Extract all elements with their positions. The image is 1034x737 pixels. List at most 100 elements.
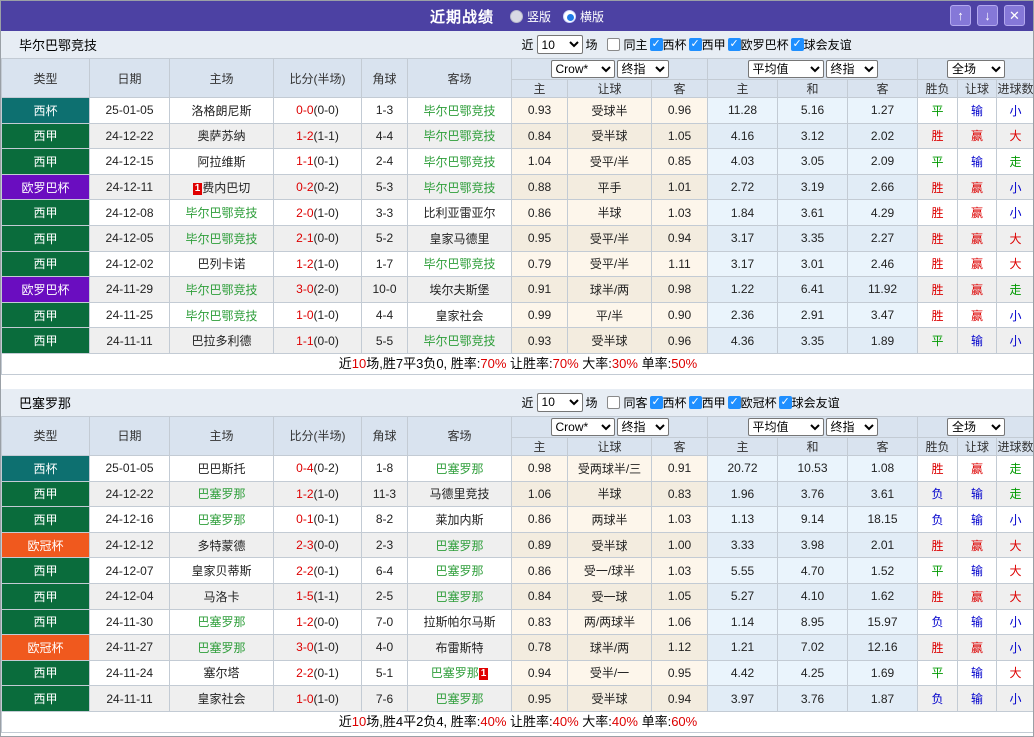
- away-team-name: 巴塞罗那: [435, 692, 484, 707]
- avg-odds-away: 1.69: [847, 659, 919, 687]
- home-team-name: 巴巴斯托: [197, 461, 246, 476]
- away-team: 巴塞罗那: [407, 685, 512, 712]
- avg-odds-away: 3.61: [847, 480, 919, 508]
- summary-segment: 70%: [480, 355, 507, 371]
- matches-table: 类型 日期 主场 比分(半场) 角球 客场 Crow* 终指 平均值 终指 全场主让球客主和客胜负让…: [1, 58, 1033, 354]
- match-row: 西甲 24-11-24 塞尔塔 2-2(0-1) 5-1 巴塞罗那 1 0.94 受半/一 0.9…: [1, 659, 1033, 687]
- column-header: 主场: [169, 58, 274, 98]
- league-checkbox[interactable]: ✓: [727, 38, 741, 51]
- avg-final-select[interactable]: 终指: [825, 60, 878, 78]
- odds-home: 0.91: [511, 276, 568, 303]
- team-table-block: 巴塞罗那近 10 场同客 ✓ 西杯 ✓ 西甲 ✓ 欧冠杯 ✓ 球会友谊 类型 日期 主场 比分(半场) 角球客…: [1, 388, 1033, 733]
- odds-home: 0.78: [511, 634, 568, 661]
- league-checkbox[interactable]: ✓: [727, 395, 741, 409]
- avg-source-select[interactable]: 平均值: [747, 417, 824, 436]
- league-checkbox[interactable]: ✓: [790, 38, 804, 51]
- corner-count: 4-0: [361, 634, 408, 661]
- league-label: 欧罗巴杯: [740, 38, 789, 52]
- competition-type-badge: 西甲: [1, 148, 90, 175]
- match-row: 欧冠杯 24-11-27 巴塞罗那 3-0(1-0) 4-0 布雷斯特 0.78 球半/两 1.…: [1, 634, 1033, 661]
- same-venue-checkbox[interactable]: [606, 395, 620, 409]
- result-win-draw-loss: 胜: [917, 531, 959, 559]
- column-header: 日期: [89, 58, 170, 98]
- same-venue-checkbox[interactable]: [606, 38, 620, 51]
- home-team: 巴塞罗那: [169, 634, 274, 661]
- crow-final-select[interactable]: 终指: [616, 417, 669, 436]
- away-team: 毕尔巴鄂竞技: [407, 173, 512, 201]
- result-handicap: 输: [957, 506, 998, 533]
- avg-odds-group-header: 平均值 终指: [707, 415, 919, 438]
- games-count-select[interactable]: 10: [536, 392, 583, 412]
- halftime-score: (1-0): [313, 691, 339, 706]
- league-checkbox[interactable]: ✓: [778, 395, 792, 409]
- result-goals: 大: [996, 250, 1033, 278]
- odds-away: 1.11: [650, 250, 709, 278]
- corner-count: 2-5: [361, 582, 408, 610]
- fulltime-score: 1-0: [296, 308, 314, 323]
- radio-vertical-layout[interactable]: [509, 9, 523, 23]
- home-team-name: 巴塞罗那: [197, 512, 246, 527]
- result-win-draw-loss: 负: [917, 685, 959, 712]
- score-cell: 0-0(0-0): [273, 97, 362, 124]
- crow-source-select[interactable]: Crow*: [550, 60, 615, 78]
- radio-vertical-label[interactable]: 竖版: [527, 8, 551, 25]
- league-checkbox[interactable]: ✓: [688, 38, 702, 51]
- away-team-name: 毕尔巴鄂竞技: [423, 103, 496, 118]
- avg-odds-away: 12.16: [847, 634, 919, 661]
- column-header: 日期: [89, 415, 170, 456]
- games-count-select[interactable]: 10: [536, 35, 583, 54]
- result-handicap: 输: [957, 327, 998, 354]
- match-date: 24-12-08: [89, 199, 170, 226]
- match-date: 25-01-05: [89, 454, 170, 482]
- avg-source-select[interactable]: 平均值: [747, 60, 824, 78]
- halftime-score: (1-0): [313, 308, 339, 323]
- fulltime-score: 2-1: [296, 231, 314, 246]
- crow-final-select[interactable]: 终指: [616, 60, 669, 78]
- red-card-badge: 1: [192, 182, 203, 195]
- halftime-score: (0-1): [313, 154, 339, 169]
- league-checkbox[interactable]: ✓: [649, 38, 663, 51]
- home-team: 巴塞罗那: [169, 506, 274, 533]
- handicap-line: 半球: [567, 199, 652, 226]
- avg-odds-away: 1.89: [847, 327, 919, 354]
- home-team: 1 费内巴切: [169, 173, 274, 201]
- league-label: 西甲: [701, 395, 726, 410]
- away-team: 拉斯帕尔马斯: [407, 608, 512, 636]
- avg-odds-home: 5.27: [707, 582, 779, 610]
- avg-odds-home: 1.22: [707, 276, 779, 303]
- corner-count: 4-4: [361, 301, 408, 329]
- halftime-score: (1-0): [313, 486, 339, 501]
- crow-source-select[interactable]: Crow*: [550, 417, 615, 436]
- away-team: 埃尔夫斯堡: [407, 276, 512, 303]
- home-team-name: 皇家贝蒂斯: [191, 564, 252, 579]
- close-button[interactable]: ✕: [1004, 5, 1025, 26]
- halftime-score: (0-0): [313, 103, 339, 118]
- move-down-button[interactable]: ↓: [977, 5, 998, 26]
- match-date: 24-12-05: [89, 224, 170, 252]
- column-header: 比分(半场): [273, 415, 362, 456]
- radio-horizontal-label[interactable]: 横版: [580, 8, 604, 25]
- odds-away: 0.95: [650, 659, 709, 687]
- result-handicap: 输: [957, 148, 998, 175]
- avg-col-header: 主: [707, 436, 779, 456]
- result-handicap: 输: [957, 97, 998, 124]
- avg-odds-draw: 3.98: [777, 531, 849, 559]
- away-team-name: 巴塞罗那: [430, 666, 479, 681]
- fulltime-select[interactable]: 全场: [947, 417, 1006, 436]
- home-team-name: 巴拉多利德: [191, 334, 252, 349]
- move-up-button[interactable]: ↑: [950, 5, 971, 26]
- avg-final-select[interactable]: 终指: [825, 417, 878, 436]
- competition-type-badge: 西甲: [1, 557, 90, 584]
- odds-away: 0.98: [650, 276, 709, 303]
- league-label: 球会友谊: [803, 38, 852, 52]
- league-checkbox[interactable]: ✓: [688, 395, 702, 409]
- avg-odds-away: 1.62: [847, 582, 919, 610]
- fulltime-score: 1-2: [296, 486, 314, 501]
- fulltime-select[interactable]: 全场: [947, 60, 1006, 78]
- avg-odds-home: 2.72: [707, 173, 779, 201]
- odds-home: 0.94: [511, 659, 568, 687]
- radio-horizontal-layout[interactable]: [563, 9, 576, 23]
- avg-col-header: 和: [777, 436, 849, 456]
- league-checkbox[interactable]: ✓: [649, 395, 663, 409]
- corner-count: 7-6: [361, 685, 408, 712]
